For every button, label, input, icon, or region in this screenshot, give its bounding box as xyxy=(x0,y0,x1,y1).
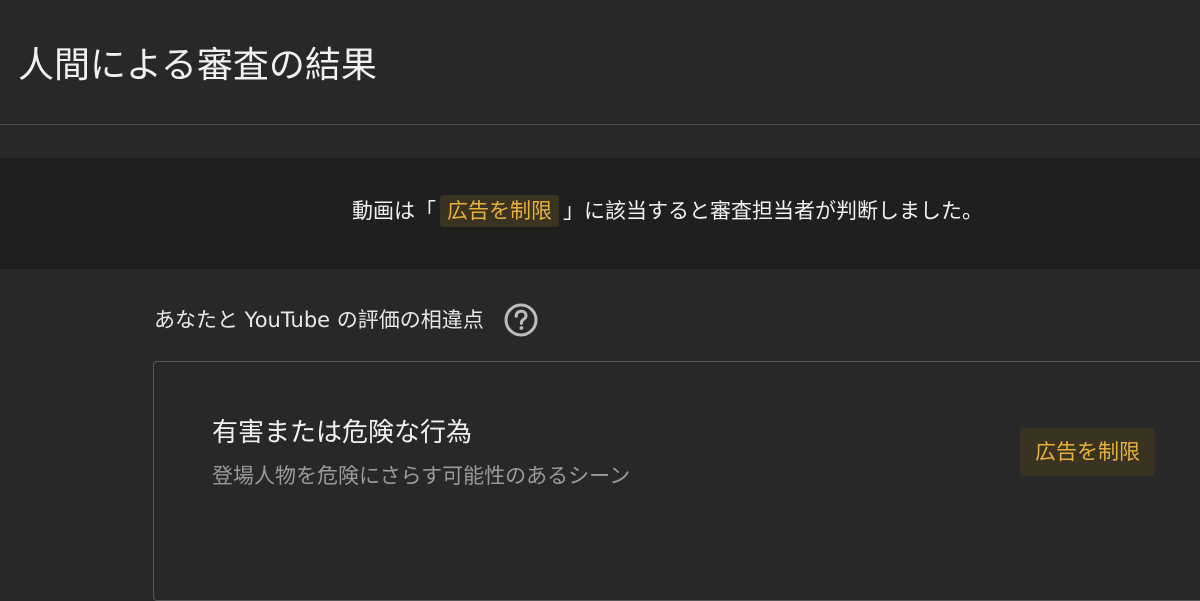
help-icon[interactable] xyxy=(504,303,538,337)
policy-title: 有害または危険な行為 xyxy=(212,418,473,448)
verdict-banner: 動画は「 広告を制限 」に該当すると審査担当者が判断しました。 xyxy=(0,158,1200,269)
verdict-suffix: 」に該当すると審査担当者が判断しました。 xyxy=(563,199,983,223)
verdict-prefix: 動画は「 xyxy=(352,199,436,223)
policy-description: 登場人物を危険にさらす可能性のあるシーン xyxy=(212,464,631,488)
discrepancy-heading: あなたと YouTube の評価の相違点 xyxy=(154,308,484,332)
discrepancy-heading-row: あなたと YouTube の評価の相違点 xyxy=(154,303,538,337)
verdict-text: 動画は「 広告を制限 」に該当すると審査担当者が判断しました。 xyxy=(352,195,983,227)
page-title: 人間による審査の結果 xyxy=(18,45,377,86)
policy-card: 有害または危険な行為 登場人物を危険にさらす可能性のあるシーン 広告を制限 xyxy=(153,361,1200,601)
verdict-rating-chip: 広告を制限 xyxy=(440,195,559,227)
page-header: 人間による審査の結果 xyxy=(0,0,1200,125)
policy-rating-chip: 広告を制限 xyxy=(1020,428,1155,476)
